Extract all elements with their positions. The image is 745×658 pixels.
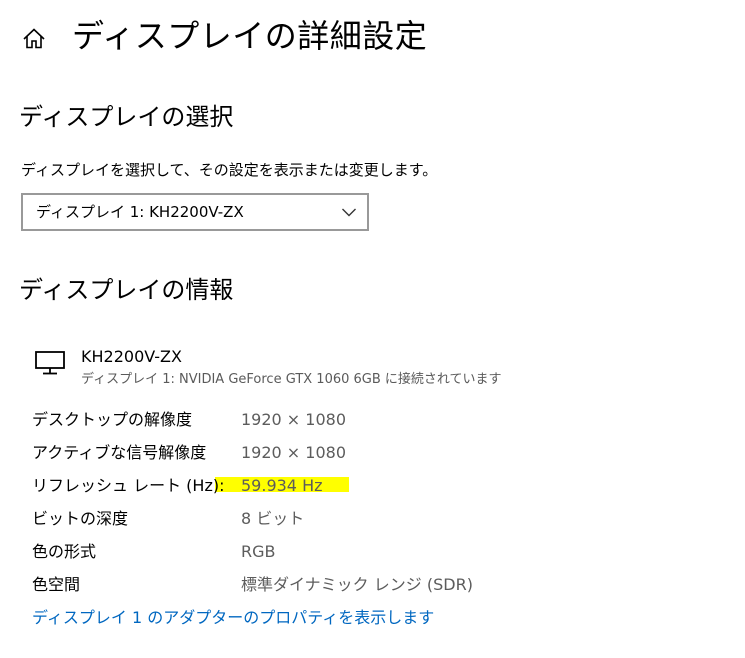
color-format-value: RGB <box>241 542 276 561</box>
active-signal-resolution-value: 1920 × 1080 <box>241 443 347 462</box>
desktop-resolution-label: デスクトップの解像度 <box>32 410 193 429</box>
monitor-name: KH2200V-ZX <box>81 347 182 366</box>
display-info-heading: ディスプレイの情報 <box>19 276 234 304</box>
refresh-rate-label: リフレッシュ レート (Hz): <box>32 476 225 495</box>
monitor-icon <box>35 351 65 375</box>
advanced-display-settings-page: ディスプレイの詳細設定 ディスプレイの選択 ディスプレイを選択して、その設定を表… <box>0 0 745 658</box>
active-signal-resolution-label: アクティブな信号解像度 <box>32 443 207 462</box>
select-display-heading: ディスプレイの選択 <box>19 103 234 131</box>
chevron-down-icon <box>342 208 356 217</box>
home-icon <box>23 28 45 49</box>
adapter-properties-link[interactable]: ディスプレイ 1 のアダプターのプロパティを表示します <box>32 606 434 630</box>
bit-depth-value: 8 ビット <box>241 509 305 528</box>
display-select-value: ディスプレイ 1: KH2200V-ZX <box>36 203 244 221</box>
desktop-resolution-value: 1920 × 1080 <box>241 410 347 429</box>
home-button[interactable] <box>20 25 48 53</box>
color-format-label: 色の形式 <box>32 542 97 561</box>
monitor-connection-text: ディスプレイ 1: NVIDIA GeForce GTX 1060 6GB に接… <box>81 372 502 387</box>
bit-depth-label: ビットの深度 <box>32 509 129 528</box>
select-display-description: ディスプレイを選択して、その設定を表示または変更します。 <box>21 161 438 179</box>
page-title: ディスプレイの詳細設定 <box>72 17 428 55</box>
display-select-dropdown[interactable]: ディスプレイ 1: KH2200V-ZX <box>21 193 369 231</box>
color-space-value: 標準ダイナミック レンジ (SDR) <box>241 575 473 594</box>
color-space-label: 色空間 <box>32 575 81 594</box>
refresh-rate-value: 59.934 Hz <box>241 476 323 495</box>
